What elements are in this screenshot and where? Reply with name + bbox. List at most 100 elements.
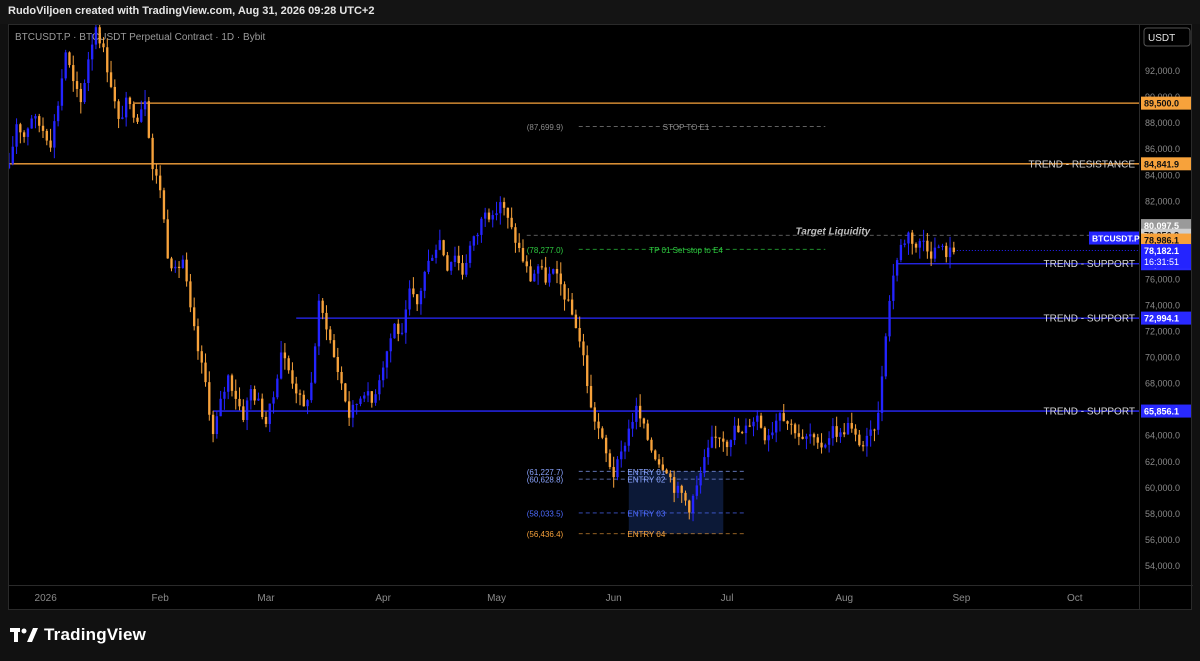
candle-body[interactable] xyxy=(381,367,385,381)
candle-body[interactable] xyxy=(680,485,683,493)
candle-body[interactable] xyxy=(30,118,33,129)
candle-body[interactable] xyxy=(404,309,407,333)
candle-body[interactable] xyxy=(204,362,207,383)
candle-body[interactable] xyxy=(174,266,177,269)
candle-body[interactable] xyxy=(472,236,476,246)
candle-body[interactable] xyxy=(68,52,71,66)
candle-body[interactable] xyxy=(253,389,256,401)
candle-body[interactable] xyxy=(227,375,230,392)
candle-body[interactable] xyxy=(801,436,804,439)
candle-body[interactable] xyxy=(242,406,245,420)
candle-body[interactable] xyxy=(261,398,264,417)
candle-body[interactable] xyxy=(366,391,370,396)
candle-body[interactable] xyxy=(850,423,853,429)
candle-body[interactable] xyxy=(604,437,608,454)
candle-body[interactable] xyxy=(775,420,778,433)
candle-body[interactable] xyxy=(933,247,937,259)
candle-body[interactable] xyxy=(450,262,453,271)
candle-body[interactable] xyxy=(230,375,234,391)
candle-body[interactable] xyxy=(351,404,355,418)
candle-body[interactable] xyxy=(669,473,672,478)
candle-body[interactable] xyxy=(593,407,596,422)
candle-body[interactable] xyxy=(888,300,891,337)
candle-body[interactable] xyxy=(121,117,124,119)
candle-body[interactable] xyxy=(310,382,313,401)
candle-body[interactable] xyxy=(563,284,566,300)
candle-body[interactable] xyxy=(521,248,525,262)
candle-body[interactable] xyxy=(147,101,151,138)
candle-body[interactable] xyxy=(873,429,876,431)
candle-body[interactable] xyxy=(918,241,921,248)
candle-body[interactable] xyxy=(128,97,132,105)
candle-body[interactable] xyxy=(846,423,850,435)
candle-body[interactable] xyxy=(627,428,630,446)
candle-body[interactable] xyxy=(597,421,600,429)
candle-body[interactable] xyxy=(552,269,555,274)
candle-body[interactable] xyxy=(608,453,612,467)
candle-body[interactable] xyxy=(158,175,162,191)
candle-body[interactable] xyxy=(208,382,211,415)
candle-body[interactable] xyxy=(529,266,532,282)
candle-body[interactable] xyxy=(559,273,562,285)
candle-body[interactable] xyxy=(264,416,268,424)
candle-body[interactable] xyxy=(344,383,347,402)
candle-body[interactable] xyxy=(215,416,219,435)
candle-body[interactable] xyxy=(684,492,687,501)
candle-body[interactable] xyxy=(162,190,166,220)
candle-body[interactable] xyxy=(389,338,392,352)
candle-body[interactable] xyxy=(691,495,695,513)
candle-body[interactable] xyxy=(287,358,290,371)
candle-body[interactable] xyxy=(790,423,793,425)
candle-body[interactable] xyxy=(763,427,767,441)
candle-body[interactable] xyxy=(676,485,680,493)
candle-body[interactable] xyxy=(22,132,26,137)
candle-body[interactable] xyxy=(446,255,449,271)
candle-body[interactable] xyxy=(748,425,751,427)
candle-body[interactable] xyxy=(729,440,733,448)
candle-body[interactable] xyxy=(457,255,460,264)
candle-body[interactable] xyxy=(257,398,260,401)
candle-body[interactable] xyxy=(219,398,222,417)
candle-body[interactable] xyxy=(378,380,381,395)
candle-body[interactable] xyxy=(56,105,60,122)
candle-body[interactable] xyxy=(193,307,196,327)
candle-body[interactable] xyxy=(90,44,94,60)
candle-body[interactable] xyxy=(102,43,105,48)
candle-body[interactable] xyxy=(843,432,846,435)
candle-body[interactable] xyxy=(869,429,872,436)
candle-body[interactable] xyxy=(706,447,710,458)
candle-body[interactable] xyxy=(234,390,237,399)
candle-body[interactable] xyxy=(631,421,634,429)
candle-body[interactable] xyxy=(831,426,835,439)
candle-body[interactable] xyxy=(113,86,116,102)
candle-body[interactable] xyxy=(223,391,226,399)
candle-body[interactable] xyxy=(181,259,185,268)
candle-body[interactable] xyxy=(249,389,253,401)
candle-body[interactable] xyxy=(952,247,955,253)
candle-body[interactable] xyxy=(355,403,358,405)
candle-body[interactable] xyxy=(877,412,880,430)
candle-body[interactable] xyxy=(929,251,933,259)
candle-body[interactable] xyxy=(778,413,782,421)
candle-body[interactable] xyxy=(306,400,309,407)
candle-body[interactable] xyxy=(570,299,574,315)
candle-body[interactable] xyxy=(412,288,415,295)
candle-body[interactable] xyxy=(415,294,419,305)
candle-body[interactable] xyxy=(899,244,903,261)
candle-body[interactable] xyxy=(98,27,101,44)
candle-body[interactable] xyxy=(480,218,483,235)
candle-body[interactable] xyxy=(408,288,411,310)
candle-body[interactable] xyxy=(665,469,668,474)
candle-body[interactable] xyxy=(283,352,287,359)
candle-body[interactable] xyxy=(514,227,517,243)
candle-body[interactable] xyxy=(922,240,925,242)
candle-body[interactable] xyxy=(699,473,702,486)
candle-body[interactable] xyxy=(911,232,914,244)
candle-body[interactable] xyxy=(722,438,725,442)
candle-body[interactable] xyxy=(245,400,249,420)
candle-body[interactable] xyxy=(9,163,11,169)
candle-body[interactable] xyxy=(688,500,691,513)
candle-body[interactable] xyxy=(635,405,638,422)
candle-body[interactable] xyxy=(654,450,657,460)
candle-body[interactable] xyxy=(548,273,551,283)
